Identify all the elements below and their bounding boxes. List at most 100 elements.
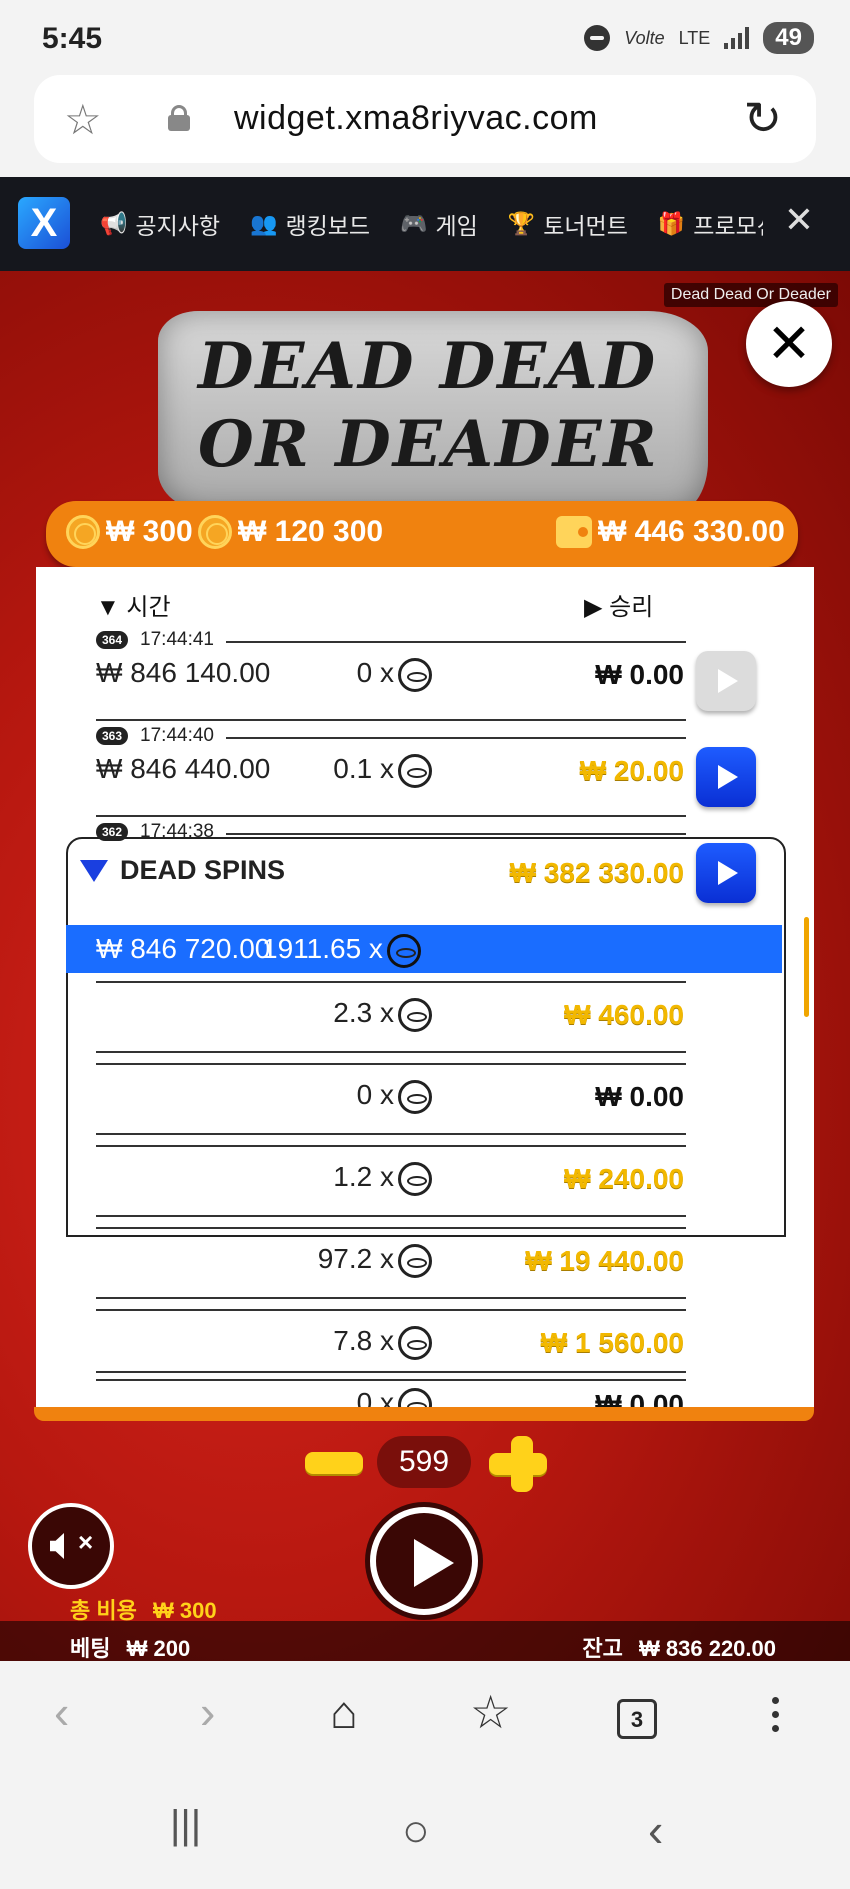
status-bar: 5:45 Volte LTE 49	[0, 0, 850, 75]
dead-spins-toggle[interactable]: DEAD SPINS	[80, 855, 285, 886]
balance-label: 잔고	[582, 1636, 623, 1661]
replay-button[interactable]	[696, 747, 756, 807]
coin-value-summary: ₩ 120 300	[198, 515, 383, 549]
divider	[96, 1309, 686, 1311]
home-circle-icon[interactable]: ○	[402, 1803, 430, 1857]
home-icon[interactable]: ⌂	[330, 1685, 358, 1739]
wallet-summary: ₩ 446 330.00	[556, 515, 785, 549]
bet-value: ₩ 300	[106, 515, 193, 548]
megaphone-icon: 📢	[100, 211, 128, 236]
row-meta: 363 17:44:40	[96, 725, 214, 747]
tabs-button[interactable]: 3	[617, 1699, 657, 1739]
spin-count: 599	[377, 1436, 471, 1488]
divider	[226, 641, 686, 643]
win-header-label: 승리	[609, 594, 654, 621]
sort-time-header[interactable]: ▼ 시간	[96, 587, 171, 622]
trophy-icon: 🏆	[507, 211, 536, 236]
game-logo: DEAD DEAD OR DEADER	[158, 311, 708, 511]
spin-play-button[interactable]	[370, 1507, 478, 1615]
coin-icon	[398, 1325, 432, 1360]
gamepad-icon: 🎮	[400, 211, 428, 236]
highlight-amount: ₩ 846 720.00	[96, 933, 271, 964]
round-multiplier: 0.1 x	[262, 753, 432, 788]
spin-win: ₩ 240.00	[564, 1163, 684, 1194]
forward-icon[interactable]: ›	[200, 1685, 215, 1739]
browser-address-area: ☆ widget.xma8riyvac.com ↻	[0, 75, 850, 177]
sort-win-header[interactable]: ▶ 승리	[584, 587, 653, 622]
round-win: ₩ 20.00	[579, 755, 684, 786]
decrease-button[interactable]	[305, 1452, 363, 1474]
close-button[interactable]: ✕	[746, 301, 832, 387]
lock-icon[interactable]	[168, 105, 190, 131]
replay-button[interactable]	[696, 843, 756, 903]
highlighted-spin-row[interactable]: ₩ 846 720.00 1911.65 x	[66, 925, 782, 973]
round-amount: ₩ 846 140.00	[96, 657, 271, 688]
multiplier-text: 1.2 x	[333, 1161, 394, 1192]
site-nav: X 📢 공지사항 👥 랭킹보드 🎮 게임 🏆 토너먼트 🎁 프로모션 ✕	[0, 177, 850, 271]
users-icon: 👥	[250, 211, 278, 236]
site-logo[interactable]: X	[18, 197, 70, 249]
multiplier-text: 0 x	[356, 657, 394, 688]
balance-value: ₩ 836 220.00	[639, 1636, 776, 1661]
multiplier-text: 0 x	[356, 1079, 394, 1110]
bookmarks-icon[interactable]: ☆	[470, 1685, 511, 1739]
dead-spins-title: DEAD SPINS	[120, 855, 286, 885]
url-text[interactable]: widget.xma8riyvac.com	[234, 99, 598, 138]
increase-button-plus-icon[interactable]	[511, 1436, 533, 1492]
coin-icon	[198, 515, 232, 549]
scrollbar[interactable]	[804, 917, 809, 1017]
coin-icon	[398, 1161, 432, 1196]
bookmark-star-icon[interactable]: ☆	[64, 95, 102, 144]
multiplier-text: 7.8 x	[333, 1325, 394, 1356]
reload-icon[interactable]: ↻	[743, 91, 782, 145]
multiplier-text: 2.3 x	[333, 997, 394, 1028]
nav-item-tournament[interactable]: 🏆 토너먼트	[508, 207, 628, 241]
divider	[226, 737, 686, 739]
nav-close-icon[interactable]: ✕	[784, 199, 814, 241]
coin-icon	[398, 997, 432, 1032]
coin-icon	[66, 515, 100, 549]
signal-icon	[724, 27, 750, 49]
more-menu-icon[interactable]	[772, 1697, 780, 1739]
betting-label: 베팅	[70, 1636, 111, 1661]
balance-info: 잔고 ₩ 836 220.00	[582, 1631, 776, 1661]
nav-item-notice[interactable]: 📢 공지사항	[100, 207, 220, 241]
divider	[96, 719, 686, 721]
nav-item-ranking[interactable]: 👥 랭킹보드	[250, 207, 370, 241]
replay-button[interactable]	[696, 651, 756, 711]
mute-button[interactable]: ×	[28, 1503, 114, 1589]
nav-item-label: 프로모션	[693, 213, 763, 239]
status-time: 5:45	[42, 22, 103, 55]
do-not-disturb-icon	[584, 25, 611, 51]
spin-counter: 599	[305, 1436, 547, 1492]
coin-icon	[398, 753, 432, 788]
coin-value: ₩ 120 300	[238, 515, 384, 548]
spin-multiplier: 0 x	[262, 1387, 432, 1407]
round-badge: 364	[96, 631, 129, 649]
nav-item-game[interactable]: 🎮 게임	[400, 207, 478, 241]
nav-item-promotion[interactable]: 🎁 프로모션	[658, 207, 763, 241]
system-nav-bar: ||| ○ ‹	[0, 1779, 850, 1889]
multiplier-text: 0.1 x	[333, 753, 394, 784]
site-nav-items: 📢 공지사항 👥 랭킹보드 🎮 게임 🏆 토너먼트 🎁 프로모션	[100, 207, 763, 241]
system-back-icon[interactable]: ‹	[648, 1803, 663, 1857]
address-bar[interactable]: ☆ widget.xma8riyvac.com ↻	[34, 75, 816, 163]
multiplier-text: 1911.65 x	[262, 933, 383, 964]
round-time: 17:44:41	[140, 629, 214, 650]
summary-bar: ₩ 300 ₩ 120 300 ₩ 446 330.00	[46, 501, 798, 567]
speaker-icon	[50, 1533, 64, 1559]
spin-win: ₩ 460.00	[564, 999, 684, 1030]
divider	[96, 1145, 686, 1147]
nav-item-label: 토너먼트	[543, 213, 628, 239]
recent-apps-icon[interactable]: |||	[170, 1803, 201, 1848]
divider	[96, 1051, 686, 1053]
round-time: 17:44:40	[140, 725, 214, 746]
divider	[96, 1063, 686, 1065]
status-icons: Volte LTE 49	[584, 22, 814, 54]
back-icon[interactable]: ‹	[54, 1685, 69, 1739]
nav-item-label: 게임	[435, 213, 478, 239]
coin-icon	[398, 1387, 432, 1407]
spin-multiplier: 2.3 x	[262, 997, 432, 1032]
spin-win: ₩ 1 560.00	[540, 1327, 684, 1358]
multiplier-text: 0 x	[356, 1387, 394, 1407]
